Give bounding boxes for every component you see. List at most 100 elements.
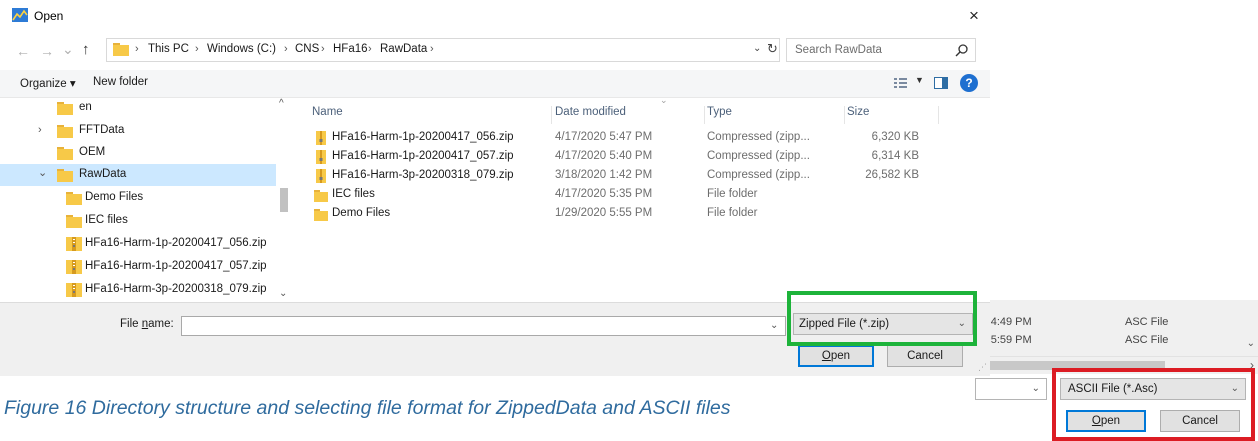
open-button[interactable]: Open: [798, 345, 874, 367]
back-arrow-icon[interactable]: ←: [16, 43, 30, 59]
breadcrumb-separator: ›: [430, 43, 434, 55]
background-horizontal-scrollbar[interactable]: ›: [975, 356, 1258, 373]
column-header-type[interactable]: Type: [707, 106, 845, 124]
file-date: 4/17/2020 5:40 PM: [555, 150, 653, 162]
help-icon[interactable]: ?: [960, 74, 978, 92]
file-type: File folder: [707, 207, 758, 219]
file-date: 4/17/2020 5:35 PM: [555, 188, 653, 200]
tree-item-label: IEC files: [85, 214, 128, 226]
tree-item-demo-files[interactable]: Demo Files: [0, 187, 276, 209]
background-filename-dropdown[interactable]: ⌄: [975, 378, 1047, 400]
change-view-button[interactable]: ▼: [893, 75, 927, 93]
command-toolbar: Organize ▾ New folder ▼ ?: [0, 70, 990, 98]
file-list: Name Date modified ⌄ Type Size HFa16-Har…: [292, 95, 990, 302]
tree-item-oem[interactable]: OEM: [0, 142, 276, 164]
forward-arrow-icon[interactable]: →: [40, 43, 54, 59]
zip-folder-icon: [316, 150, 326, 164]
file-size: 6,320 KB: [871, 131, 919, 143]
breadcrumb-cns[interactable]: CNS: [295, 43, 319, 55]
breadcrumb-this-pc[interactable]: This PC: [148, 43, 189, 55]
open-file-dialog: Open × ← → ⌄ ↑ › This PC › Windows (C:) …: [0, 0, 990, 376]
tree-item-label: HFa16-Harm-1p-20200417_057.zip: [85, 260, 267, 272]
column-header-name[interactable]: Name: [312, 106, 552, 124]
up-arrow-icon[interactable]: ↑: [82, 41, 90, 58]
background-file-row[interactable]: ) 5:59 PM ASC File: [975, 332, 1258, 350]
file-row[interactable]: HFa16-Harm-3p-20200318_079.zip 3/18/2020…: [292, 166, 952, 186]
chevron-down-icon[interactable]: ⌄: [770, 320, 778, 331]
sort-indicator-icon: ⌄: [660, 95, 668, 105]
file-row[interactable]: Demo Files 1/29/2020 5:55 PM File folder: [292, 204, 952, 224]
cancel-button[interactable]: Cancel: [887, 345, 963, 367]
chevron-down-icon[interactable]: ⌄: [753, 43, 761, 54]
breadcrumb-separator: ›: [195, 43, 199, 55]
chevron-down-icon[interactable]: ⌄: [38, 166, 47, 179]
file-type: Compressed (zipp...: [707, 150, 810, 162]
file-type-value: Zipped File (*.zip): [799, 318, 890, 330]
background-file-time: ) 4:49 PM: [984, 316, 1032, 328]
file-row[interactable]: HFa16-Harm-1p-20200417_057.zip 4/17/2020…: [292, 147, 952, 167]
scroll-down-arrow-icon[interactable]: ⌄: [279, 288, 287, 299]
tree-item-iec-files[interactable]: IEC files: [0, 210, 276, 232]
search-icon[interactable]: [955, 43, 969, 57]
tree-item-en[interactable]: en: [0, 97, 276, 119]
file-row[interactable]: IEC files 4/17/2020 5:35 PM File folder: [292, 185, 952, 205]
background-file-type: ASC File: [1125, 334, 1169, 346]
scrollbar-thumb[interactable]: [975, 361, 1165, 370]
chevron-right-icon[interactable]: ›: [38, 124, 42, 136]
ascii-cancel-button[interactable]: Cancel: [1160, 410, 1240, 432]
file-date: 4/17/2020 5:47 PM: [555, 131, 653, 143]
recent-locations-icon[interactable]: ⌄: [62, 41, 74, 58]
file-size: 6,314 KB: [871, 150, 919, 162]
new-folder-button[interactable]: New folder: [93, 76, 148, 88]
scrollbar-thumb[interactable]: [280, 188, 288, 212]
organize-menu-button[interactable]: Organize ▾: [20, 76, 76, 90]
tree-item-fftdata[interactable]: › FFTData: [0, 120, 276, 142]
folder-icon: [314, 190, 328, 202]
tree-item-label: RawData: [79, 168, 127, 180]
folder-icon: [66, 215, 82, 228]
tree-item-label: OEM: [79, 146, 106, 158]
refresh-icon[interactable]: ↻: [767, 41, 778, 57]
tree-item-rawdata[interactable]: ⌄ RawData: [0, 164, 276, 186]
breadcrumb-hfa16[interactable]: HFa16: [333, 43, 368, 55]
tree-item-zip-057[interactable]: HFa16-Harm-1p-20200417_057.zip: [0, 256, 276, 278]
column-header-size[interactable]: Size: [847, 106, 939, 124]
ascii-open-button[interactable]: Open: [1066, 410, 1146, 432]
ascii-file-type-select[interactable]: ASCII File (*.Asc) ⌄: [1060, 378, 1246, 400]
breadcrumb-rawdata[interactable]: RawData: [380, 43, 427, 55]
search-box[interactable]: [786, 38, 976, 62]
preview-pane-icon[interactable]: [934, 77, 948, 89]
view-options-icon: [894, 78, 907, 88]
file-name-input[interactable]: [185, 318, 755, 334]
search-input[interactable]: [795, 42, 945, 58]
file-row[interactable]: HFa16-Harm-1p-20200417_056.zip 4/17/2020…: [292, 128, 952, 148]
navigation-scrollbar[interactable]: ^ ⌄: [276, 98, 292, 302]
chevron-down-icon: ▼: [915, 75, 924, 85]
close-icon[interactable]: ×: [964, 6, 984, 26]
file-date: 3/18/2020 1:42 PM: [555, 169, 653, 181]
file-name: HFa16-Harm-1p-20200417_057.zip: [332, 150, 514, 162]
folder-icon: [57, 169, 73, 182]
address-bar[interactable]: › This PC › Windows (C:) › CNS › HFa16 ›…: [106, 38, 780, 62]
file-name-combobox[interactable]: ⌄: [181, 316, 786, 336]
scroll-down-arrow-icon[interactable]: ⌄: [1247, 338, 1255, 349]
breadcrumb-separator: ›: [368, 43, 372, 55]
figure-caption: Figure 16 Directory structure and select…: [4, 397, 731, 419]
zip-folder-icon: [66, 237, 82, 251]
background-vertical-scrollbar[interactable]: ⌄: [1241, 300, 1258, 360]
background-file-row[interactable]: ) 4:49 PM ASC File: [975, 314, 1258, 332]
scroll-right-arrow-icon[interactable]: ›: [1250, 358, 1254, 372]
scroll-up-arrow-icon[interactable]: ^: [279, 98, 284, 109]
file-name: IEC files: [332, 188, 375, 200]
file-size: 26,582 KB: [865, 169, 919, 181]
breadcrumb-windows-c[interactable]: Windows (C:): [207, 43, 276, 55]
zip-folder-icon: [316, 131, 326, 145]
breadcrumb-separator: ›: [284, 43, 288, 55]
column-header-date-modified[interactable]: Date modified: [555, 106, 705, 124]
breadcrumb-separator: ›: [135, 43, 139, 55]
tree-item-zip-079[interactable]: HFa16-Harm-3p-20200318_079.zip: [0, 279, 276, 301]
resize-grip-icon[interactable]: ⋰: [978, 362, 987, 373]
file-type-select[interactable]: Zipped File (*.zip) ⌄: [793, 313, 973, 335]
tree-item-zip-056[interactable]: HFa16-Harm-1p-20200417_056.zip: [0, 233, 276, 255]
zip-folder-icon: [66, 260, 82, 274]
